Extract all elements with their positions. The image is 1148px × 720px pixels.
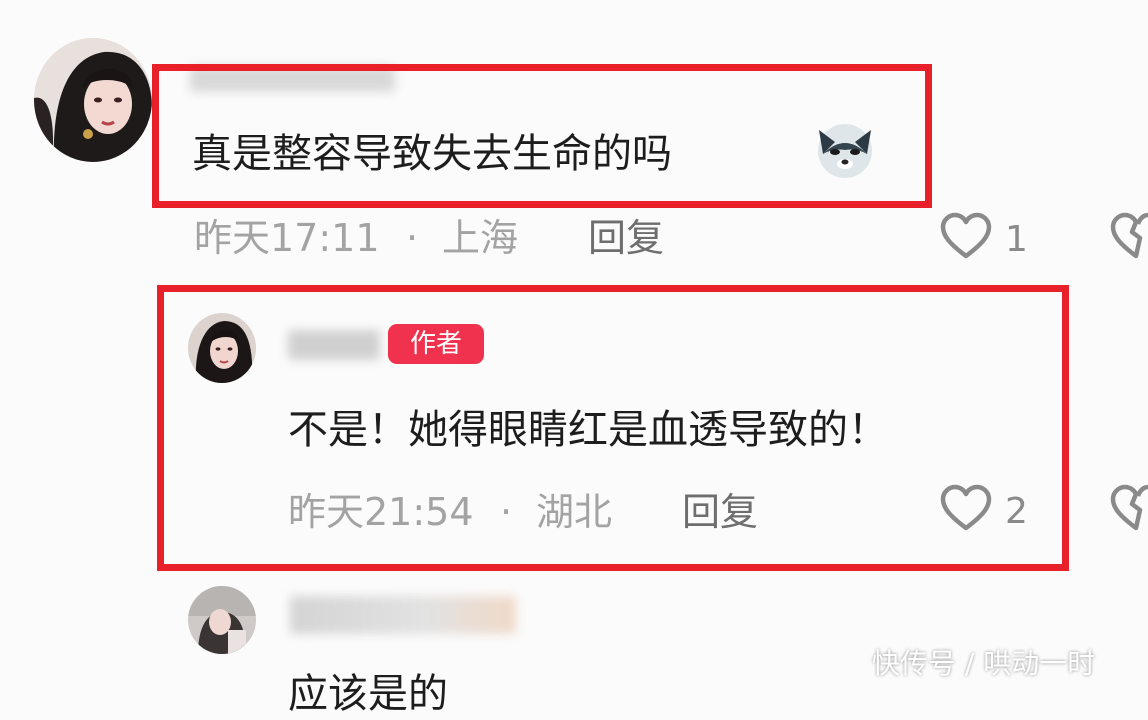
dislike-icon[interactable] <box>1110 212 1148 260</box>
author-badge: 作者 <box>388 324 484 364</box>
author-username[interactable] <box>288 330 380 360</box>
comment-separator: · <box>406 216 419 260</box>
reply-location: 湖北 <box>536 490 613 534</box>
comment-text: 真是整容导致失去生命的吗 <box>192 131 672 177</box>
reply-like-count: 2 <box>1005 491 1028 532</box>
reply-time: 昨天21:54 <box>288 490 474 534</box>
author-avatar[interactable] <box>188 313 256 383</box>
comment-time: 昨天17:11 <box>194 216 380 260</box>
next-commenter-username[interactable] <box>290 596 516 634</box>
reply-reply-button[interactable]: 回复 <box>682 488 758 536</box>
wolf-emoji-icon <box>813 118 877 180</box>
heart-icon[interactable] <box>940 484 992 532</box>
comment-like-count: 1 <box>1005 219 1028 260</box>
next-commenter-avatar[interactable] <box>188 586 256 654</box>
dislike-icon[interactable] <box>1110 484 1148 532</box>
next-comment-text: 应该是的 <box>288 671 448 717</box>
comment-reply-button[interactable]: 回复 <box>588 214 664 262</box>
commenter-avatar[interactable] <box>34 38 152 162</box>
reply-text: 不是！她得眼睛红是血透导致的！ <box>288 407 888 453</box>
reply-separator: · <box>500 490 513 534</box>
watermark: 快传号 / 哄动一时 <box>872 647 1096 680</box>
heart-icon[interactable] <box>940 212 992 260</box>
comment-location: 上海 <box>442 216 519 260</box>
